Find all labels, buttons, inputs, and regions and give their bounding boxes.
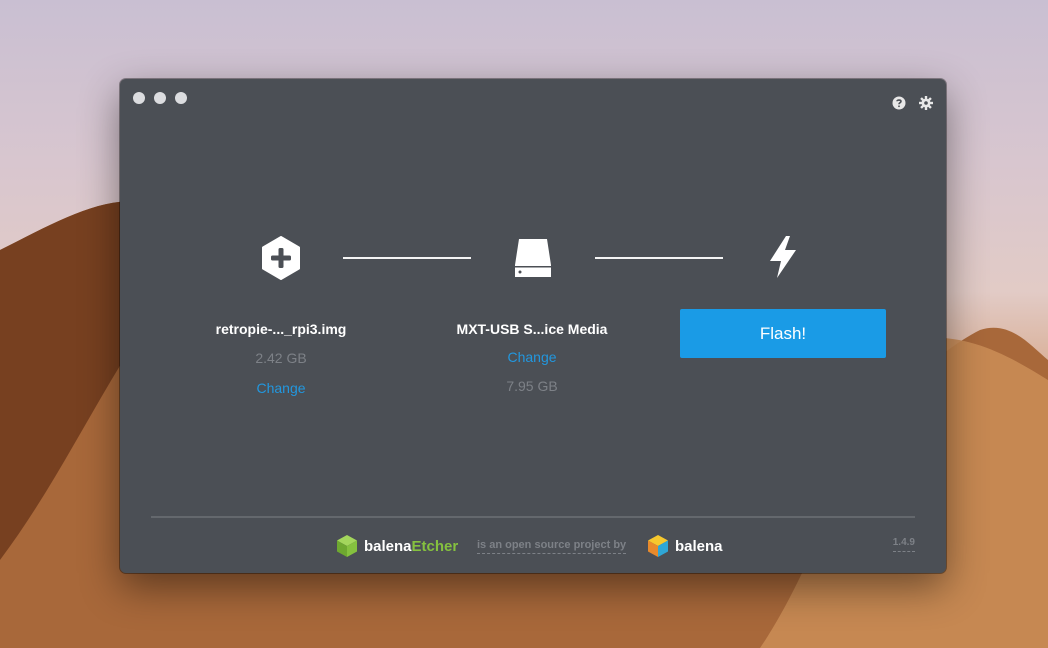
balena-cube-icon — [648, 535, 668, 557]
footer-divider — [151, 516, 915, 518]
tagline[interactable]: is an open source project by — [477, 539, 627, 554]
footer: balenaEtcher is an open source project b… — [120, 534, 946, 562]
version-label[interactable]: 1.4.9 — [892, 537, 915, 552]
minimize-window-button[interactable] — [154, 92, 166, 104]
connector-line-1 — [343, 257, 471, 259]
company-name: balena — [675, 537, 723, 555]
add-hexagon-icon[interactable] — [261, 236, 301, 280]
balena-logo[interactable]: balena — [647, 534, 723, 558]
app-name-accent: Etcher — [411, 537, 459, 555]
maximize-window-button[interactable] — [175, 92, 187, 104]
app-name-prefix: balena — [364, 537, 412, 555]
drive-name: MXT-USB S...ice Media — [456, 321, 608, 337]
toolbar — [892, 96, 933, 110]
connector-line-2 — [595, 257, 723, 259]
app-window: retropie-..._rpi3.img 2.42 GB Change MXT… — [120, 79, 946, 573]
balena-etcher-logo[interactable]: balenaEtcher — [336, 534, 458, 558]
etcher-cube-icon — [337, 535, 357, 557]
change-image-link[interactable]: Change — [171, 380, 391, 396]
help-circle-icon[interactable] — [892, 96, 906, 110]
gear-icon[interactable] — [919, 96, 933, 110]
drive-icon[interactable] — [513, 237, 553, 279]
change-drive-link[interactable]: Change — [422, 349, 642, 365]
window-controls — [133, 92, 187, 104]
image-name: retropie-..._rpi3.img — [215, 321, 347, 337]
close-window-button[interactable] — [133, 92, 145, 104]
flash-button[interactable]: Flash! — [680, 309, 886, 358]
image-size: 2.42 GB — [255, 350, 307, 366]
lightning-icon — [770, 236, 796, 278]
drive-size: 7.95 GB — [506, 378, 558, 394]
